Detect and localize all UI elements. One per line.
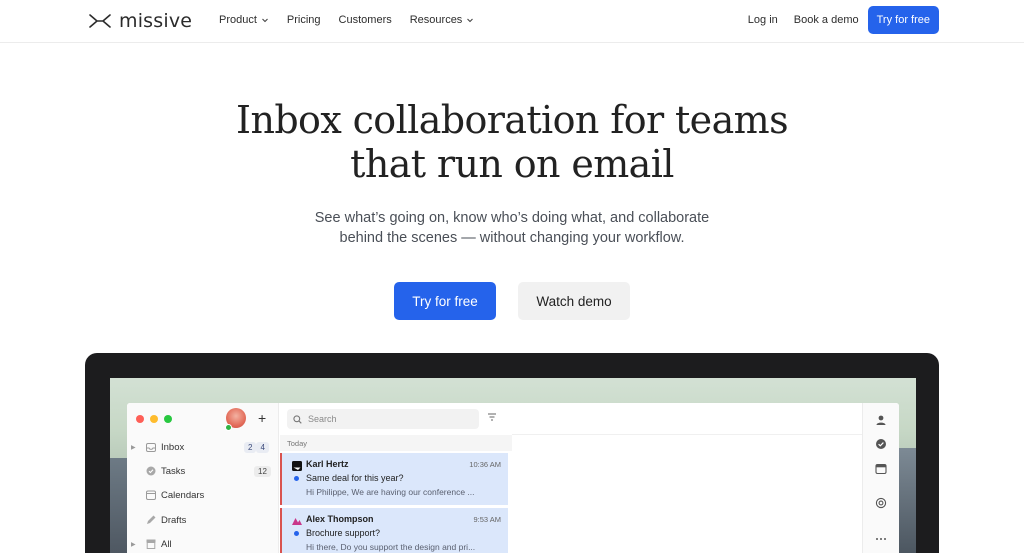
- hero-subtitle-line2: behind the scenes — without changing you…: [339, 230, 685, 246]
- conversation-item[interactable]: Alex Thompson 9:53 AM Brochure support? …: [280, 508, 508, 553]
- inbox-badges: 2 4: [244, 441, 269, 453]
- caret-right-icon: ▶: [131, 541, 136, 548]
- sidebar-item-label: Tasks: [161, 465, 186, 477]
- nav-pricing-label: Pricing: [286, 14, 321, 26]
- message-preview: Hi there, Do you support the design and …: [306, 542, 476, 552]
- landscape-right: [896, 448, 916, 553]
- app-window: + ▶ Inbox 2 4 Tasks 12 Calendars Drafts …: [127, 403, 899, 553]
- sidebar-item-calendars[interactable]: Calendars: [127, 485, 279, 505]
- chevron-down-icon: [262, 18, 268, 23]
- pencil-icon: [146, 515, 156, 525]
- maximize-window-dot[interactable]: [164, 415, 172, 423]
- app-sidebar: + ▶ Inbox 2 4 Tasks 12 Calendars Drafts …: [127, 403, 279, 553]
- message-subject: Same deal for this year?: [306, 473, 404, 483]
- hero-title-line1: Inbox collaboration for teams: [236, 98, 789, 142]
- caret-right-icon: ▶: [131, 444, 136, 451]
- unread-dot: [294, 476, 299, 481]
- nav-product[interactable]: Product: [219, 14, 269, 26]
- compose-plus-button[interactable]: +: [258, 410, 266, 426]
- nav-resources-label: Resources: [409, 14, 463, 26]
- sender-logo-icon: [292, 518, 302, 525]
- brand-name: missive: [119, 10, 193, 32]
- reader-toolbar: [512, 403, 862, 435]
- hero-subtitle-line1: See what’s going on, know who’s doing wh…: [314, 210, 710, 226]
- sidebar-item-drafts[interactable]: Drafts: [127, 510, 279, 530]
- right-rail: [862, 403, 899, 553]
- nav-pricing[interactable]: Pricing: [287, 14, 321, 26]
- message-preview: Hi Philippe, We are having our conferenc…: [306, 487, 475, 497]
- conversation-item[interactable]: Karl Hertz 10:36 AM Same deal for this y…: [280, 453, 508, 505]
- sender-name: Karl Hertz: [306, 459, 349, 469]
- try-free-button[interactable]: Try for free: [394, 282, 496, 320]
- close-window-dot[interactable]: [136, 415, 144, 423]
- inbox-icon: [146, 442, 156, 452]
- book-demo-link[interactable]: Book a demo: [794, 14, 859, 26]
- top-nav: missive Product Pricing Customers Resour…: [0, 0, 1024, 43]
- sidebar-item-label: Drafts: [161, 514, 187, 526]
- nav-product-label: Product: [219, 14, 257, 26]
- hero-title-line2: that run on email: [350, 142, 674, 186]
- sidebar-item-all[interactable]: ▶ All: [127, 534, 279, 553]
- message-subject: Brochure support?: [306, 528, 381, 538]
- count-badge: 2: [244, 441, 257, 453]
- search-input[interactable]: Search: [287, 409, 479, 429]
- nav-customers[interactable]: Customers: [339, 14, 392, 26]
- sidebar-item-tasks[interactable]: Tasks 12: [127, 461, 279, 481]
- watch-demo-button[interactable]: Watch demo: [518, 282, 630, 320]
- sidebar-item-label: Inbox: [161, 441, 185, 453]
- contact-icon[interactable]: [875, 414, 887, 426]
- search-icon: [293, 414, 302, 424]
- check-circle-icon[interactable]: [875, 438, 887, 450]
- calendar-icon[interactable]: [875, 463, 887, 475]
- count-badge: 4: [256, 441, 269, 453]
- minimize-window-dot[interactable]: [150, 415, 158, 423]
- conversation-list: Search Today Karl Hertz 10:36 AM Same de…: [280, 403, 512, 553]
- count-badge: 12: [254, 465, 271, 477]
- unread-dot: [294, 531, 299, 536]
- tasks-badges: 12: [254, 465, 271, 477]
- hero-title: Inbox collaboration for teams that run o…: [0, 98, 1024, 186]
- brand-logo[interactable]: missive: [89, 10, 192, 32]
- window-controls: [136, 415, 172, 423]
- message-time: 10:36 AM: [469, 460, 501, 469]
- more-icon[interactable]: [875, 533, 887, 545]
- online-status-dot: [225, 424, 232, 431]
- check-circle-icon: [146, 466, 156, 476]
- message-time: 9:53 AM: [473, 515, 501, 524]
- filter-icon[interactable]: [486, 411, 498, 423]
- login-link[interactable]: Log in: [748, 14, 778, 26]
- list-section-header: Today: [280, 435, 512, 451]
- chevron-down-icon: [467, 18, 474, 23]
- nav-customers-label: Customers: [338, 14, 392, 26]
- calendar-icon: [146, 490, 156, 500]
- sidebar-item-label: Calendars: [161, 489, 205, 501]
- sidebar-item-inbox[interactable]: ▶ Inbox 2 4: [127, 437, 279, 457]
- nav-actions: Log in Book a demo Try for free: [748, 6, 939, 34]
- hero-subtitle: See what’s going on, know who’s doing wh…: [0, 208, 1024, 248]
- search-placeholder: Search: [308, 414, 337, 424]
- nav-resources[interactable]: Resources: [410, 14, 475, 26]
- reader-pane: [512, 403, 862, 553]
- sender-logo-icon: [292, 461, 302, 471]
- openai-icon[interactable]: [875, 497, 887, 509]
- archive-icon: [146, 539, 156, 549]
- sender-name: Alex Thompson: [306, 514, 374, 524]
- nav-links: Product Pricing Customers Resources: [219, 14, 474, 26]
- try-free-nav-button[interactable]: Try for free: [867, 6, 939, 34]
- sidebar-item-label: All: [161, 538, 172, 550]
- missive-logo-icon: [89, 14, 111, 28]
